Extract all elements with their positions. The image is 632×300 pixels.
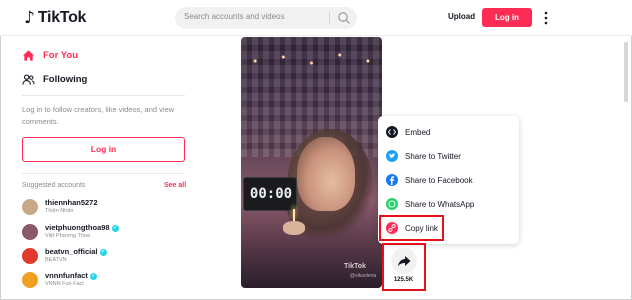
account-username: vnnnfunfact ✓ xyxy=(45,271,97,280)
account-display-name: BEATVN xyxy=(45,257,67,263)
verified-badge-icon: ✓ xyxy=(89,273,97,280)
share-facebook-label: Share to Facebook xyxy=(405,175,473,185)
vertical-dots-icon xyxy=(544,11,548,25)
login-prompt-text: Log in to follow creators, like videos, … xyxy=(22,105,175,126)
copy-link-highlight xyxy=(379,215,444,241)
sidebar: For You Following Log in to follow creat… xyxy=(0,37,196,300)
account-display-name: Thiện Nhân xyxy=(45,208,74,214)
header-login-button[interactable]: Log in xyxy=(482,8,532,27)
share-twitter-label: Share to Twitter xyxy=(405,151,461,161)
video-watermark-handle: @vikaolena xyxy=(350,273,377,279)
verified-badge-icon: ✓ xyxy=(111,225,119,232)
share-twitter[interactable]: Share to Twitter xyxy=(386,146,511,166)
video-player[interactable]: 00:00 TikTok @vikaolena xyxy=(241,37,382,288)
share-button[interactable] xyxy=(391,248,417,274)
suggested-accounts-title: Suggested accounts xyxy=(22,182,86,189)
sidebar-login-button[interactable]: Log in xyxy=(22,137,185,162)
share-button-highlight: 125.5K xyxy=(382,243,426,291)
home-icon xyxy=(22,49,35,61)
clock-display: 00:00 xyxy=(249,186,293,202)
tiktok-logo[interactable]: ♪ TikTok xyxy=(24,8,86,28)
search-bar[interactable]: Search accounts and videos xyxy=(175,7,357,29)
account-display-name: Việt Phương Thoa xyxy=(45,233,91,239)
search-button[interactable] xyxy=(333,8,355,28)
video-watermark: TikTok xyxy=(344,263,366,270)
page-scrollbar[interactable] xyxy=(622,36,630,298)
share-facebook[interactable]: Share to Facebook xyxy=(386,170,511,190)
avatar[interactable] xyxy=(22,272,38,288)
search-icon xyxy=(338,12,350,24)
upload-link[interactable]: Upload xyxy=(448,12,475,21)
see-all-link[interactable]: See all xyxy=(164,182,186,189)
tiktok-note-icon: ♪ xyxy=(24,8,35,28)
logo-text: TikTok xyxy=(37,9,87,26)
avatar[interactable] xyxy=(22,199,38,215)
cake xyxy=(283,221,305,235)
nav-following-label: Following xyxy=(43,73,88,85)
search-divider xyxy=(329,12,330,24)
suggested-account[interactable]: vietphuongthoa98 ✓ Việt Phương Thoa xyxy=(22,223,192,243)
account-username: thiennhan5272 xyxy=(45,198,98,207)
twitter-icon xyxy=(386,150,398,162)
account-username: beatvn_official ✓ xyxy=(45,247,107,256)
people-icon xyxy=(22,73,35,85)
scrollbar-thumb[interactable] xyxy=(624,42,628,102)
digital-clock: 00:00 xyxy=(243,177,297,211)
suggested-account[interactable]: vnnnfunfact ✓ VNNN Fun Fact xyxy=(22,271,192,291)
whatsapp-icon xyxy=(386,198,398,210)
nav-for-you[interactable]: For You xyxy=(22,46,78,64)
share-embed-label: Embed xyxy=(405,127,431,137)
divider xyxy=(22,95,185,96)
search-input[interactable]: Search accounts and videos xyxy=(184,12,285,21)
avatar[interactable] xyxy=(22,224,38,240)
account-display-name: VNNN Fun Fact xyxy=(45,281,84,287)
fairy-lights xyxy=(241,45,382,85)
nav-for-you-label: For You xyxy=(43,49,79,61)
suggested-account[interactable]: beatvn_official ✓ BEATVN xyxy=(22,247,192,267)
candle xyxy=(293,209,295,221)
suggested-account[interactable]: thiennhan5272 Thiện Nhân xyxy=(22,198,192,218)
account-username: vietphuongthoa98 ✓ xyxy=(45,223,119,232)
share-whatsapp-label: Share to WhatsApp xyxy=(405,199,475,209)
divider xyxy=(22,173,185,174)
video-subject-face xyxy=(297,137,355,211)
avatar[interactable] xyxy=(22,248,38,264)
top-header: ♪ TikTok Search accounts and videos Uplo… xyxy=(0,0,632,36)
nav-following[interactable]: Following xyxy=(22,70,87,88)
share-embed[interactable]: Embed xyxy=(386,122,511,142)
embed-icon xyxy=(386,126,398,138)
verified-badge-icon: ✓ xyxy=(99,249,107,256)
share-count: 125.5K xyxy=(393,277,414,283)
share-arrow-icon xyxy=(398,256,411,267)
facebook-icon xyxy=(386,174,398,186)
more-options-button[interactable] xyxy=(540,8,552,28)
share-whatsapp[interactable]: Share to WhatsApp xyxy=(386,194,511,214)
